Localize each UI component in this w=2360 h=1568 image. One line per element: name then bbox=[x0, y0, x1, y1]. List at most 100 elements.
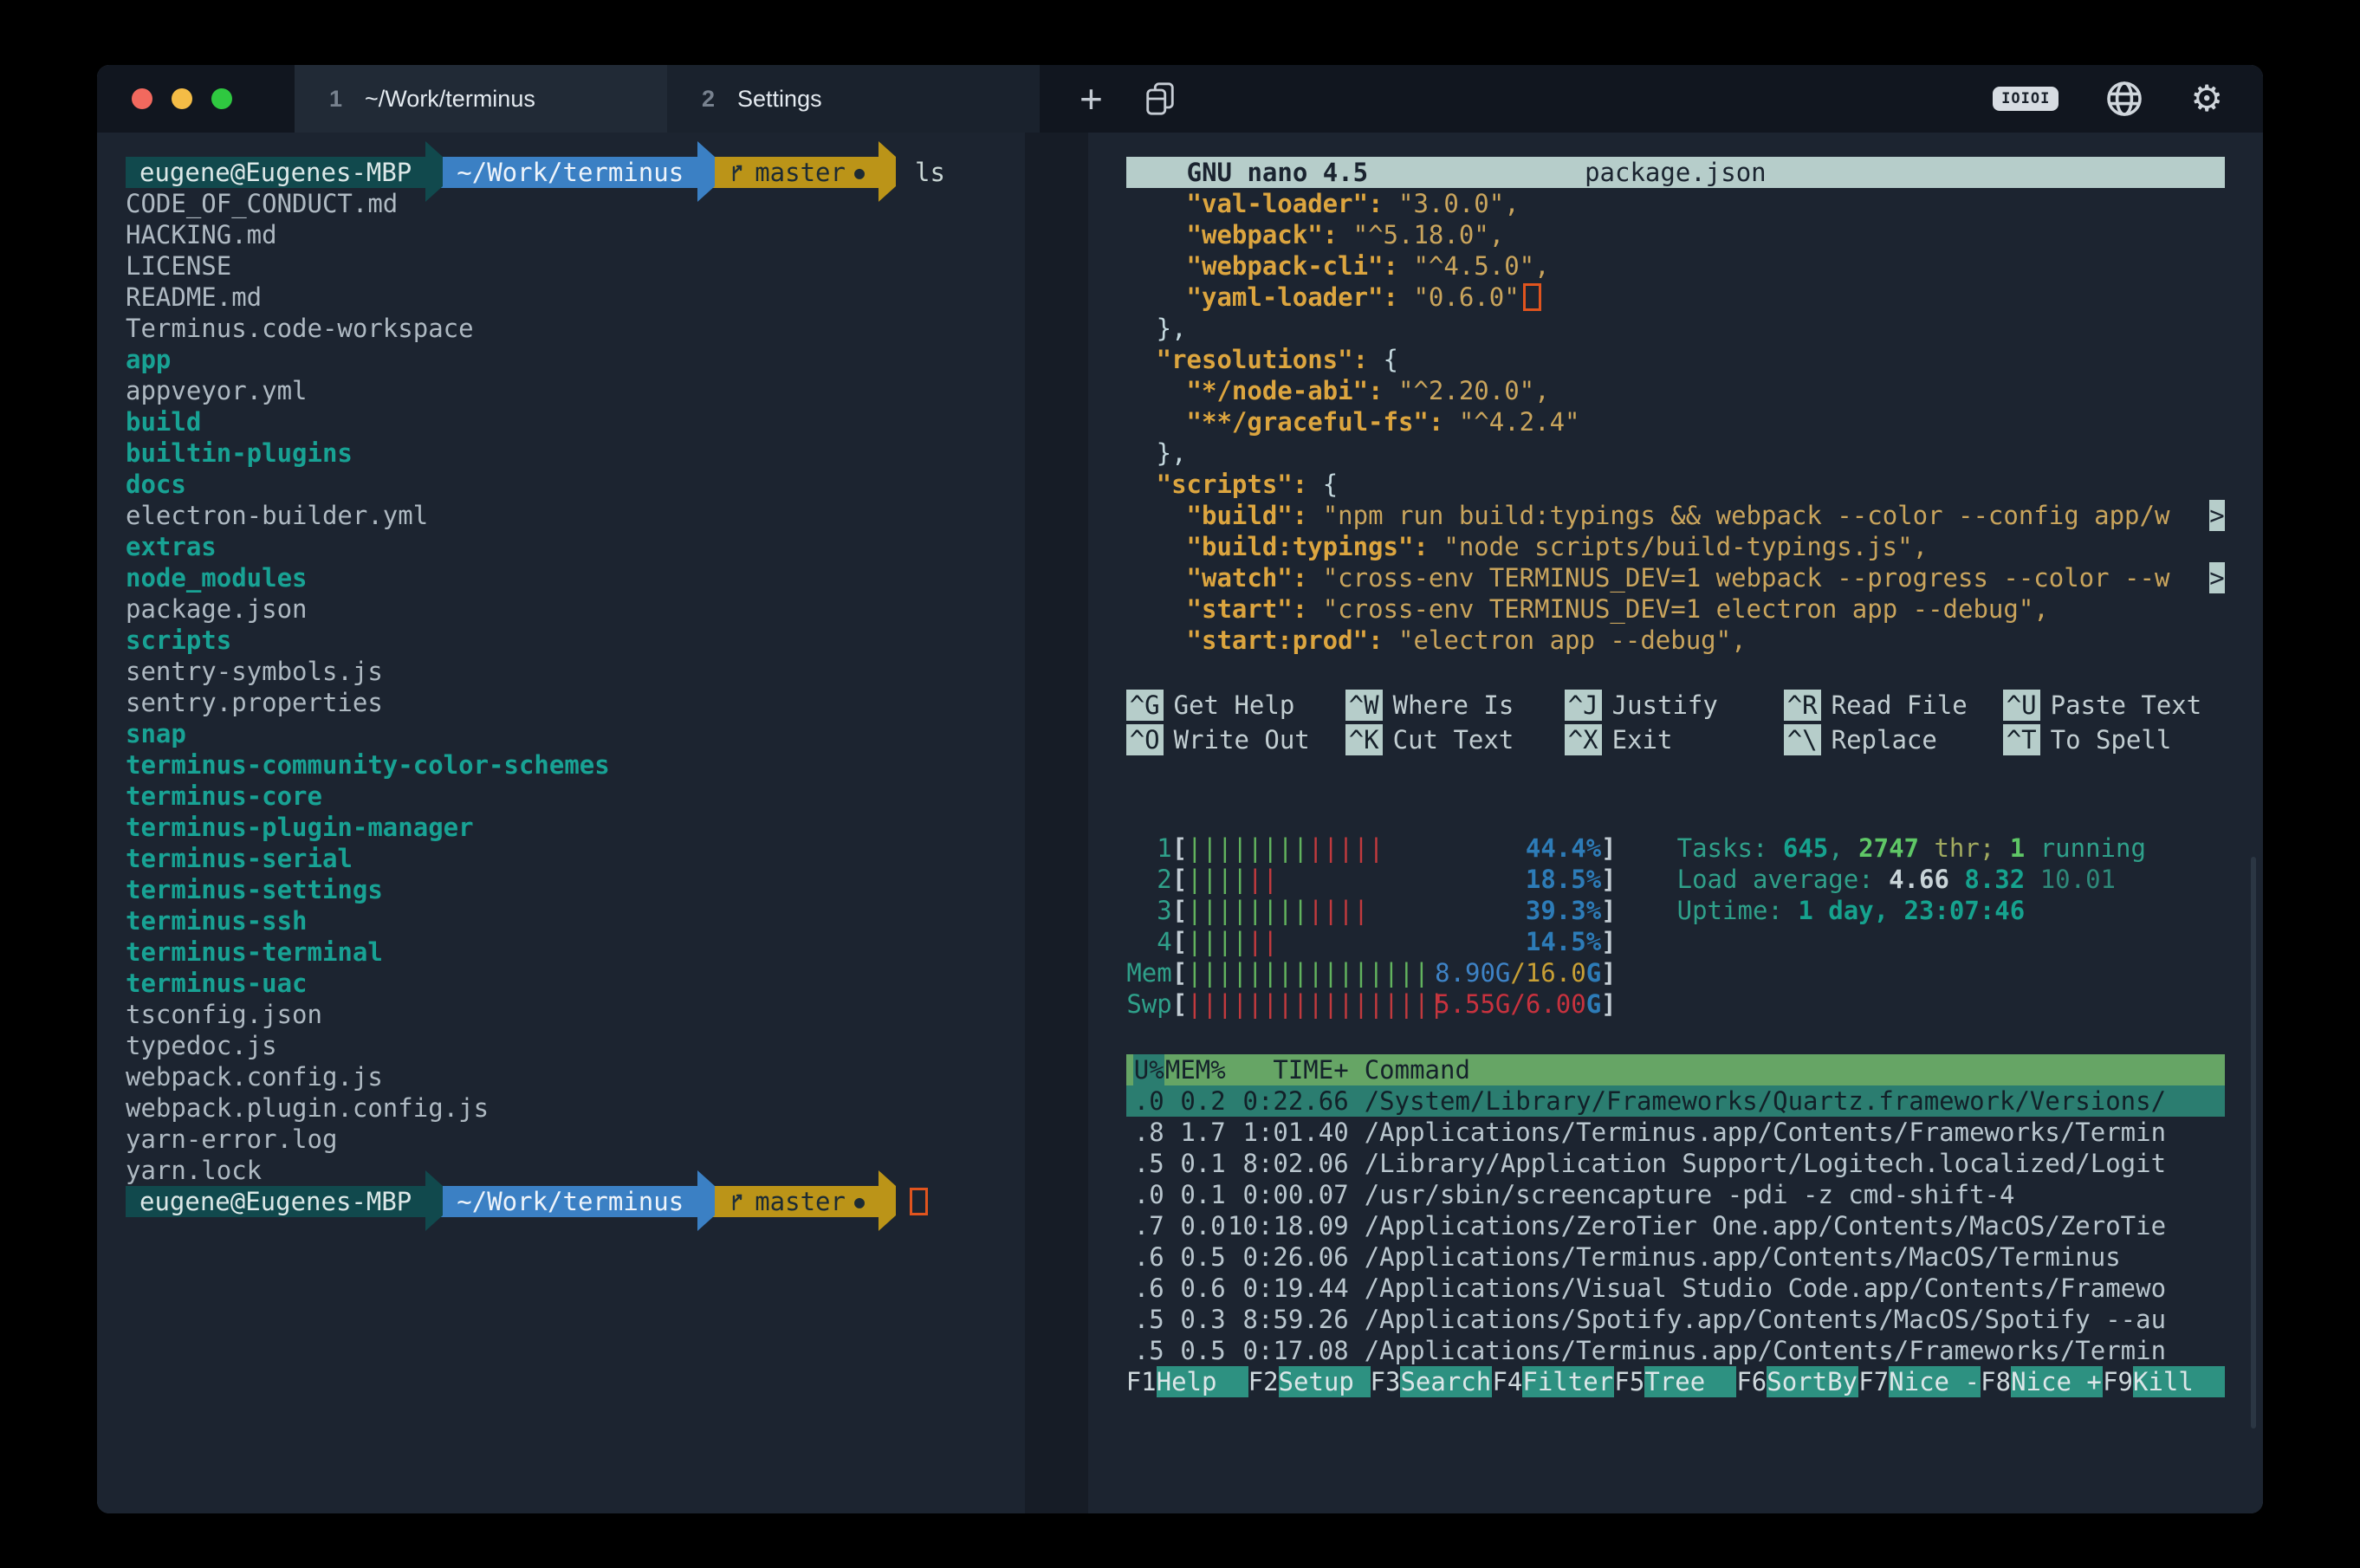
shortcut-label: Write Out bbox=[1174, 725, 1310, 755]
fkey-f3[interactable]: F3Search bbox=[1371, 1366, 1493, 1397]
process-command: /Applications/Spotify.app/Contents/MacOS… bbox=[1365, 1304, 2225, 1335]
fkey-f2[interactable]: F2Setup bbox=[1248, 1366, 1371, 1397]
nano-shortcut[interactable]: ^\Replace bbox=[1784, 725, 2003, 756]
nano-code-line: "start:prod": "electron app --debug", bbox=[1126, 625, 2225, 656]
powerline-arrow-icon bbox=[697, 157, 715, 188]
meter-label: Mem bbox=[1126, 957, 1172, 988]
process-row[interactable]: .81.71:01.40 /Applications/Terminus.app/… bbox=[1126, 1117, 2225, 1148]
meter-value: 8.90G/16.0G bbox=[1435, 957, 1601, 988]
tab-bar-right-icons: IOIOI ⚙ bbox=[1993, 65, 2263, 133]
fkey-f8[interactable]: F8Nice + bbox=[1981, 1366, 2103, 1397]
file-item: webpack.config.js bbox=[126, 1061, 1025, 1092]
meter-label: 3 bbox=[1126, 895, 1172, 926]
process-row[interactable]: .50.18:02.06 /Library/Application Suppor… bbox=[1126, 1148, 2225, 1179]
fkey-f1[interactable]: F1Help bbox=[1126, 1366, 1248, 1397]
language-globe-button[interactable] bbox=[2104, 78, 2145, 120]
nano-shortcut[interactable]: ^UPaste Text bbox=[2003, 690, 2222, 722]
close-window-button[interactable] bbox=[132, 88, 152, 109]
nano-shortcut[interactable]: ^JJustify bbox=[1565, 690, 1784, 722]
new-tab-button[interactable]: + bbox=[1071, 65, 1112, 133]
fkey-action: SortBy bbox=[1767, 1366, 1858, 1397]
terminal-pane-right[interactable]: GNU nano 4.5 package.json "val-loader": … bbox=[1088, 133, 2263, 1513]
meter-bars: |||||||||||||||| bbox=[1187, 958, 1429, 988]
cpu-time: 0:26.06 bbox=[1226, 1241, 1349, 1273]
meter-bars: ||||||||||||| bbox=[1187, 833, 1384, 863]
shortcut-key-badge: ^U bbox=[2003, 690, 2040, 721]
file-item: terminus-plugin-manager bbox=[126, 812, 1025, 843]
fkey-f9[interactable]: F9Kill bbox=[2103, 1366, 2225, 1397]
nano-shortcut[interactable]: ^TTo Spell bbox=[2003, 725, 2222, 756]
nano-shortcut[interactable]: ^XExit bbox=[1565, 725, 1784, 756]
directory-name: node_modules bbox=[126, 563, 308, 593]
mem-percent: 0.6 bbox=[1164, 1273, 1226, 1304]
duplicate-tab-button[interactable] bbox=[1134, 65, 1186, 133]
line-continuation-marker: > bbox=[2209, 562, 2225, 593]
directory-name: terminus-plugin-manager bbox=[126, 813, 474, 842]
scrollbar[interactable] bbox=[2251, 857, 2256, 1429]
terminal-pane-left[interactable]: eugene@Eugenes-MBP~/Work/terminusmaster●… bbox=[97, 133, 1025, 1513]
command-column-header[interactable]: Command bbox=[1365, 1054, 2225, 1085]
mem-percent: 0.1 bbox=[1164, 1148, 1226, 1179]
nano-shortcut[interactable]: ^RRead File bbox=[1784, 690, 2003, 722]
file-item: electron-builder.yml bbox=[126, 500, 1025, 531]
file-item: docs bbox=[126, 469, 1025, 500]
git-branch-name: master bbox=[755, 158, 846, 187]
minimize-window-button[interactable] bbox=[172, 88, 192, 109]
file-item: terminus-uac bbox=[126, 968, 1025, 999]
fkey-f7[interactable]: F7Nice - bbox=[1858, 1366, 1981, 1397]
fkey-number: F2 bbox=[1248, 1366, 1279, 1397]
directory-name: app bbox=[126, 345, 171, 374]
nano-shortcut[interactable]: ^KCut Text bbox=[1345, 725, 1565, 756]
nano-filename: package.json bbox=[1126, 157, 2225, 188]
file-name: yarn.lock bbox=[126, 1156, 262, 1185]
process-row[interactable]: .60.60:19.44 /Applications/Visual Studio… bbox=[1126, 1273, 2225, 1304]
fkey-f5[interactable]: F5Tree bbox=[1614, 1366, 1736, 1397]
pane-divider[interactable] bbox=[1025, 133, 1088, 1513]
file-item: scripts bbox=[126, 625, 1025, 656]
meter-row-2: 2[||||||18.5%] bbox=[1126, 864, 1617, 895]
maximize-window-button[interactable] bbox=[211, 88, 232, 109]
nano-code-line: "scripts": { bbox=[1126, 469, 2225, 500]
tab-Settings[interactable]: 2Settings bbox=[667, 65, 1040, 133]
fkey-f6[interactable]: F6SortBy bbox=[1736, 1366, 1858, 1397]
time-column-header[interactable]: TIME+ bbox=[1226, 1054, 1349, 1085]
fkey-action: Tree bbox=[1644, 1366, 1736, 1397]
shortcut-label: Cut Text bbox=[1393, 725, 1514, 755]
mem-column-header[interactable]: MEM% bbox=[1164, 1054, 1226, 1085]
file-name: Terminus.code-workspace bbox=[126, 314, 474, 343]
nano-shortcut[interactable]: ^GGet Help bbox=[1126, 690, 1345, 722]
directory-name: terminus-community-color-schemes bbox=[126, 750, 610, 780]
process-row[interactable]: .50.50:17.08 /Applications/Terminus.app/… bbox=[1126, 1335, 2225, 1366]
cpu-percent: .5 bbox=[1133, 1335, 1164, 1366]
prompt-cwd-segment: ~/Work/terminus bbox=[443, 1186, 697, 1217]
process-row[interactable]: .60.50:26.06 /Applications/Terminus.app/… bbox=[1126, 1241, 2225, 1273]
tab-~/Work/terminus[interactable]: 1~/Work/terminus bbox=[295, 65, 667, 133]
directory-name: terminus-serial bbox=[126, 844, 353, 873]
tasks-line: Tasks: 645, 2747 thr; 1 running bbox=[1677, 833, 2146, 864]
process-row[interactable]: .70.010:18.09 /Applications/ZeroTier One… bbox=[1126, 1210, 2225, 1241]
process-row[interactable]: .50.38:59.26 /Applications/Spotify.app/C… bbox=[1126, 1304, 2225, 1335]
file-item: terminus-core bbox=[126, 781, 1025, 812]
cpu-memory-meters: 1[|||||||||||||44.4%]2[||||||18.5%]3[|||… bbox=[1126, 833, 1617, 1020]
nano-shortcut[interactable]: ^OWrite Out bbox=[1126, 725, 1345, 756]
process-table-header[interactable]: U%MEM%TIME+ Command bbox=[1126, 1054, 2225, 1085]
process-command: /Applications/ZeroTier One.app/Contents/… bbox=[1365, 1210, 2225, 1241]
nano-shortcut[interactable]: ^WWhere Is bbox=[1345, 690, 1565, 722]
meter-row-swp: Swp[|||||||||||||||||5.55G/6.00G] bbox=[1126, 988, 1617, 1020]
process-command: /Applications/Visual Studio Code.app/Con… bbox=[1365, 1273, 2225, 1304]
git-branch-icon bbox=[729, 160, 746, 185]
settings-button[interactable]: ⚙ bbox=[2190, 81, 2223, 117]
tab-number: 2 bbox=[702, 86, 715, 113]
htop-pane: 1[|||||||||||||44.4%]2[||||||18.5%]3[|||… bbox=[1126, 833, 2225, 1397]
traffic-lights bbox=[97, 65, 295, 133]
process-command: /Library/Application Support/Logitech.lo… bbox=[1365, 1148, 2225, 1179]
sort-column-header[interactable]: U% bbox=[1133, 1054, 1164, 1085]
meter-label: 1 bbox=[1126, 833, 1172, 864]
shortcut-label: Exit bbox=[1612, 725, 1673, 755]
fkey-f4[interactable]: F4Filter bbox=[1492, 1366, 1614, 1397]
file-item: typedoc.js bbox=[126, 1030, 1025, 1061]
process-row[interactable]: .00.20:22.66 /System/Library/Frameworks/… bbox=[1126, 1085, 2225, 1117]
process-row[interactable]: .00.10:00.07 /usr/sbin/screencapture -pd… bbox=[1126, 1179, 2225, 1210]
directory-name: docs bbox=[126, 470, 186, 499]
serial-ports-button[interactable]: IOIOI bbox=[1993, 87, 2059, 111]
